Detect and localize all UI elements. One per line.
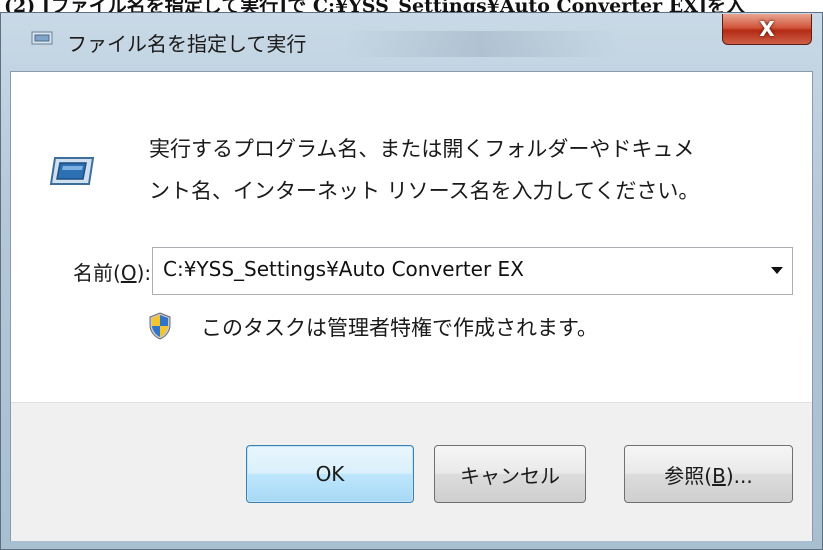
cancel-label: キャンセル	[460, 463, 560, 488]
background-blur	[341, 31, 621, 57]
cancel-button[interactable]: キャンセル	[434, 445, 586, 503]
ok-label: OK	[315, 462, 345, 486]
title-bar[interactable]: ファイル名を指定して実行 X	[1, 13, 822, 71]
uac-shield-icon	[149, 312, 171, 340]
browse-accelerator: B	[712, 463, 726, 488]
window-title: ファイル名を指定して実行	[67, 32, 307, 56]
close-icon: X	[759, 17, 775, 41]
name-input[interactable]: C:¥YSS_Settings¥Auto Converter EX	[163, 257, 524, 281]
run-dialog-window: ファイル名を指定して実行 X 実行するプログラム名、または開くフォルダーやドキュ…	[0, 12, 823, 550]
browse-button[interactable]: 参照(B)...	[624, 445, 793, 503]
run-icon	[31, 31, 53, 45]
prompt-line-1: 実行するプログラム名、または開くフォルダーやドキュメ	[149, 137, 695, 161]
run-icon	[49, 157, 95, 185]
dialog-client-area: 実行するプログラム名、または開くフォルダーやドキュメ ント名、インターネット リ…	[10, 71, 813, 541]
ok-button[interactable]: OK	[246, 445, 414, 503]
caption-text: (2) [ファイル名を指定して実行]で C:¥YSS_Settings¥Auto…	[4, 0, 745, 12]
page-caption: (2) [ファイル名を指定して実行]で C:¥YSS_Settings¥Auto…	[0, 0, 823, 12]
name-accelerator: O	[120, 261, 137, 285]
browse-label: 参照(B)...	[664, 463, 753, 488]
dropdown-arrow-icon[interactable]	[771, 267, 783, 274]
close-button[interactable]: X	[722, 14, 812, 45]
name-combobox[interactable]: C:¥YSS_Settings¥Auto Converter EX	[152, 247, 793, 295]
prompt-text: 実行するプログラム名、または開くフォルダーやドキュメ ント名、インターネット リ…	[149, 128, 789, 212]
button-bar: OK キャンセル 参照(B)...	[11, 402, 812, 541]
name-label: 名前(O):	[73, 261, 152, 285]
prompt-line-2: ント名、インターネット リソース名を入力してください。	[149, 179, 700, 203]
admin-privilege-note: このタスクは管理者特権で作成されます。	[201, 316, 598, 340]
